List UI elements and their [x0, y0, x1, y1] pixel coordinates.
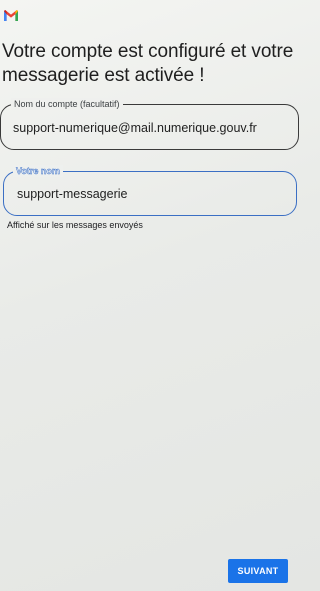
your-name-field[interactable]: Votre nom support-messagerie: [3, 165, 297, 216]
page-title: Votre compte est configuré et votre mess…: [2, 41, 294, 86]
next-button[interactable]: SUIVANT: [228, 559, 288, 583]
account-name-value[interactable]: support-numerique@mail.numerique.gouv.fr: [13, 120, 257, 136]
your-name-label: Votre nom: [13, 165, 63, 177]
setup-screen: Votre compte est configuré et votre mess…: [0, 0, 304, 591]
account-name-field[interactable]: Nom du compte (facultatif) support-numer…: [0, 98, 299, 150]
your-name-helper-text: Affiché sur les messages envoyés: [7, 220, 143, 230]
account-name-label: Nom du compte (facultatif): [11, 98, 123, 110]
your-name-value[interactable]: support-messagerie: [17, 186, 127, 202]
gmail-logo-icon: [3, 9, 19, 22]
